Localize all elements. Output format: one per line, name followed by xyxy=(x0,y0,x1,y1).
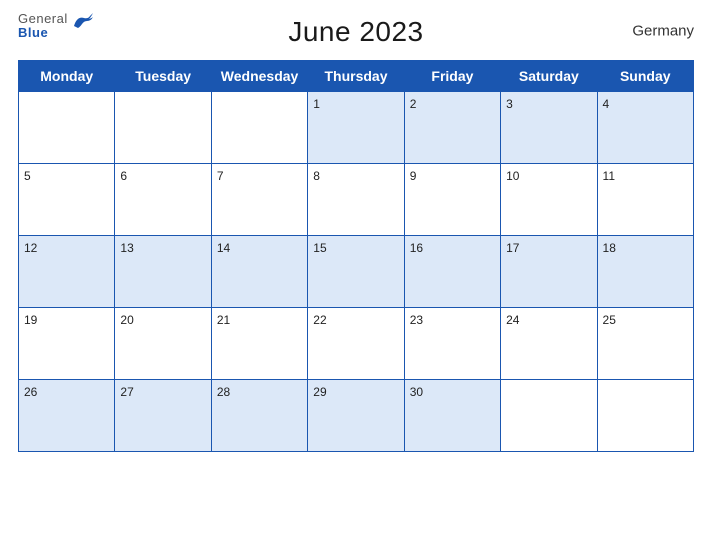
date-number: 7 xyxy=(217,169,224,183)
calendar-title: June 2023 xyxy=(288,16,423,48)
date-number: 9 xyxy=(410,169,417,183)
calendar-cell xyxy=(501,380,597,452)
calendar-cell: 26 xyxy=(19,380,115,452)
date-number: 5 xyxy=(24,169,31,183)
calendar-cell: 18 xyxy=(597,236,693,308)
calendar-cell: 13 xyxy=(115,236,211,308)
calendar-cell: 16 xyxy=(404,236,500,308)
col-friday: Friday xyxy=(404,61,500,92)
date-number: 3 xyxy=(506,97,513,111)
date-number: 16 xyxy=(410,241,423,255)
calendar-cell xyxy=(115,92,211,164)
table-row: 5 6 7 8 9 10 11 xyxy=(19,164,694,236)
date-number: 26 xyxy=(24,385,37,399)
calendar-cell: 25 xyxy=(597,308,693,380)
date-number: 8 xyxy=(313,169,320,183)
calendar-cell: 10 xyxy=(501,164,597,236)
date-number: 23 xyxy=(410,313,423,327)
date-number: 14 xyxy=(217,241,230,255)
calendar-cell: 23 xyxy=(404,308,500,380)
date-number: 13 xyxy=(120,241,133,255)
calendar-cell: 24 xyxy=(501,308,597,380)
date-number: 2 xyxy=(410,97,417,111)
logo-blue: Blue xyxy=(18,26,68,40)
date-number: 29 xyxy=(313,385,326,399)
col-sunday: Sunday xyxy=(597,61,693,92)
col-wednesday: Wednesday xyxy=(211,61,307,92)
calendar-cell: 21 xyxy=(211,308,307,380)
date-number: 18 xyxy=(603,241,616,255)
calendar-cell: 6 xyxy=(115,164,211,236)
date-number: 27 xyxy=(120,385,133,399)
logo-general: General xyxy=(18,12,68,26)
table-row: 1 2 3 4 xyxy=(19,92,694,164)
calendar-header: General Blue June 2023 Germany xyxy=(18,10,694,52)
col-tuesday: Tuesday xyxy=(115,61,211,92)
calendar-container: General Blue June 2023 Germany Monday Tu… xyxy=(0,0,712,550)
col-monday: Monday xyxy=(19,61,115,92)
date-number: 19 xyxy=(24,313,37,327)
date-number: 30 xyxy=(410,385,423,399)
calendar-table: Monday Tuesday Wednesday Thursday Friday… xyxy=(18,60,694,452)
calendar-cell: 30 xyxy=(404,380,500,452)
date-number: 15 xyxy=(313,241,326,255)
date-number: 10 xyxy=(506,169,519,183)
date-number: 21 xyxy=(217,313,230,327)
calendar-cell: 19 xyxy=(19,308,115,380)
calendar-cell: 2 xyxy=(404,92,500,164)
date-number: 28 xyxy=(217,385,230,399)
date-number: 17 xyxy=(506,241,519,255)
date-number: 25 xyxy=(603,313,616,327)
calendar-cell: 5 xyxy=(19,164,115,236)
table-row: 19 20 21 22 23 24 25 xyxy=(19,308,694,380)
calendar-cell: 7 xyxy=(211,164,307,236)
calendar-cell: 4 xyxy=(597,92,693,164)
table-row: 12 13 14 15 16 17 18 xyxy=(19,236,694,308)
calendar-cell: 27 xyxy=(115,380,211,452)
date-number: 11 xyxy=(603,169,615,183)
calendar-cell: 14 xyxy=(211,236,307,308)
calendar-cell: 20 xyxy=(115,308,211,380)
calendar-cell: 17 xyxy=(501,236,597,308)
date-number: 4 xyxy=(603,97,610,111)
date-number: 20 xyxy=(120,313,133,327)
calendar-cell xyxy=(597,380,693,452)
calendar-cell: 15 xyxy=(308,236,404,308)
calendar-cell: 3 xyxy=(501,92,597,164)
calendar-cell: 29 xyxy=(308,380,404,452)
calendar-cell: 8 xyxy=(308,164,404,236)
date-number: 1 xyxy=(313,97,320,111)
calendar-cell: 12 xyxy=(19,236,115,308)
date-number: 22 xyxy=(313,313,326,327)
col-saturday: Saturday xyxy=(501,61,597,92)
date-number: 12 xyxy=(24,241,37,255)
col-thursday: Thursday xyxy=(308,61,404,92)
calendar-cell xyxy=(19,92,115,164)
calendar-cell: 1 xyxy=(308,92,404,164)
date-number: 24 xyxy=(506,313,519,327)
bird-icon xyxy=(72,12,94,30)
calendar-cell xyxy=(211,92,307,164)
header-row: Monday Tuesday Wednesday Thursday Friday… xyxy=(19,61,694,92)
calendar-cell: 9 xyxy=(404,164,500,236)
calendar-cell: 28 xyxy=(211,380,307,452)
country-label: Germany xyxy=(632,23,694,40)
calendar-cell: 22 xyxy=(308,308,404,380)
calendar-cell: 11 xyxy=(597,164,693,236)
table-row: 26 27 28 29 30 xyxy=(19,380,694,452)
logo-area: General Blue xyxy=(18,12,68,41)
date-number: 6 xyxy=(120,169,127,183)
